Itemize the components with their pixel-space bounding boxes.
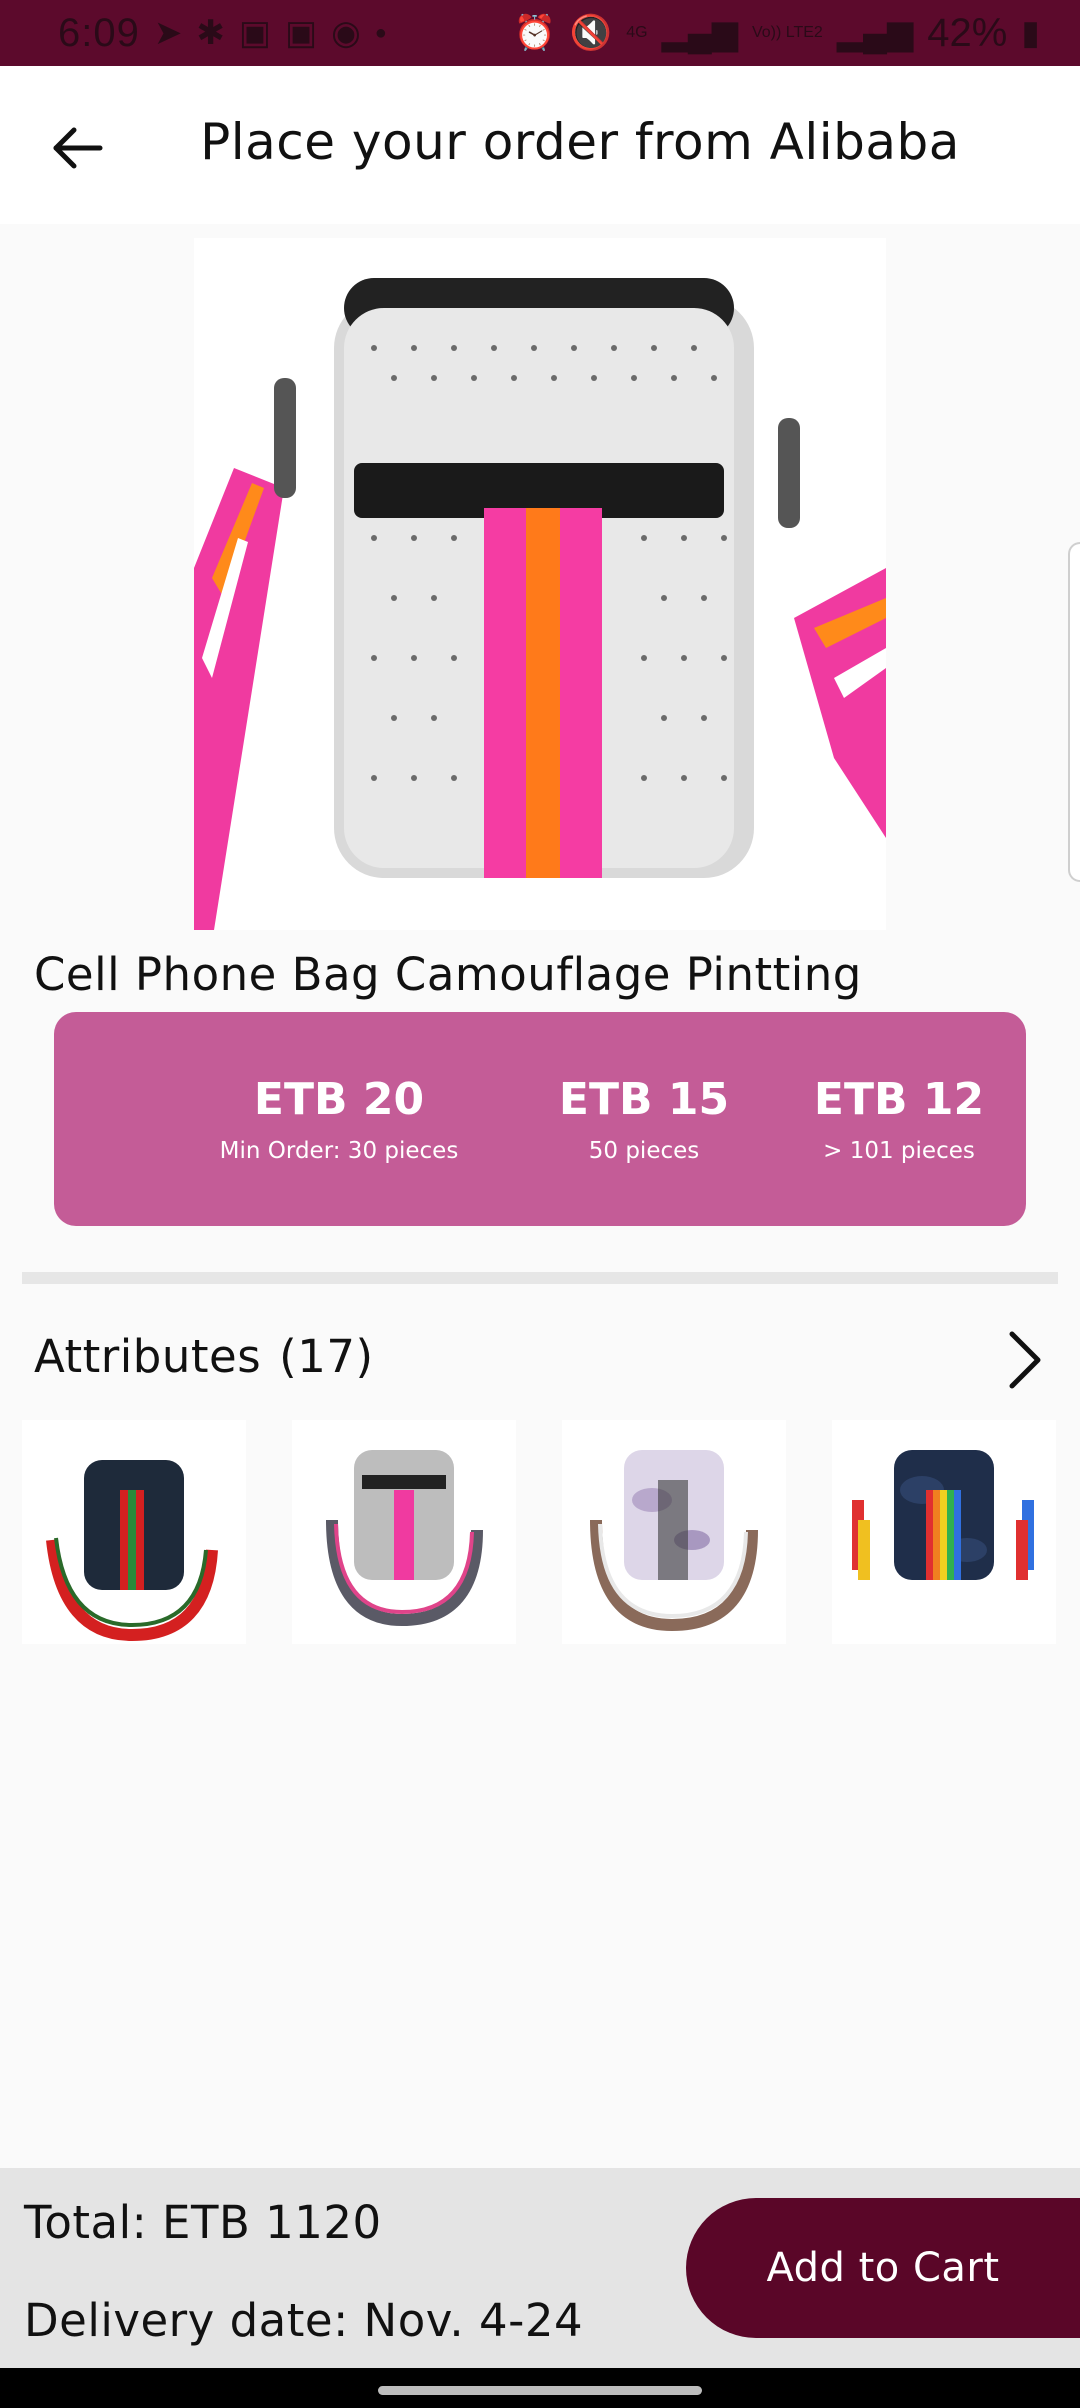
mute-icon: 🔇 <box>569 14 613 52</box>
product-image[interactable] <box>194 238 886 930</box>
app-bar: Place your order from Alibaba <box>0 66 1080 224</box>
home-gesture-handle[interactable] <box>378 2386 702 2395</box>
attributes-title: Attributes (17) <box>34 1330 374 1383</box>
signal-icon: ▂▄▆ <box>661 14 738 52</box>
system-nav-bar <box>0 2368 1080 2408</box>
contact-icon: ▣ <box>238 14 271 52</box>
volte-label: Vo)) LTE2 <box>751 24 823 41</box>
order-total: Total: ETB 1120 <box>24 2196 382 2249</box>
product-name: Cell Phone Bag Camouflage Pintting <box>34 948 862 1001</box>
attributes-count: (17) <box>279 1330 374 1383</box>
battery-percent: 42% <box>927 10 1008 55</box>
tier-quantity: Min Order: 30 pieces <box>219 1138 459 1164</box>
side-drawer-handle[interactable] <box>1068 542 1080 882</box>
attribute-thumbnail[interactable] <box>292 1420 516 1644</box>
marble-stripe-bag <box>590 1450 758 1632</box>
tier-price: ETB 12 <box>813 1074 985 1125</box>
tier-quantity: > 101 pieces <box>823 1138 975 1164</box>
attribute-thumbnail[interactable] <box>562 1420 786 1644</box>
network-type: 4G <box>626 24 648 41</box>
crossbody-phone-bag-image <box>194 238 886 930</box>
attributes-label: Attributes <box>34 1330 262 1383</box>
page-title: Place your order from Alibaba <box>200 113 960 171</box>
slack-icon: ✱ <box>196 14 225 52</box>
attribute-thumbnail[interactable] <box>832 1420 1056 1644</box>
app-notification-icon: ◉ <box>331 14 361 52</box>
battery-icon: ▮ <box>1021 14 1040 52</box>
checkout-bar: Total: ETB 1120 Delivery date: Nov. 4-24… <box>0 2168 1080 2368</box>
navy-red-stripe-bag <box>46 1460 218 1642</box>
section-divider <box>22 1272 1058 1284</box>
status-right: ⏰ 🔇 4G ▂▄▆ Vo)) LTE2 ▂▄▆ 42% ▮ <box>514 11 1040 56</box>
price-tiers-panel: ETB 20 Min Order: 30 pieces ETB 15 50 pi… <box>54 1012 1026 1226</box>
attribute-thumbnail[interactable] <box>22 1420 246 1644</box>
attribute-thumbnails <box>22 1420 1080 1644</box>
price-tier: ETB 12 > 101 pieces <box>744 1072 1054 1168</box>
tier-price: ETB 20 <box>253 1074 425 1125</box>
telegram-icon: ➤ <box>153 14 183 52</box>
contact-icon-2: ▣ <box>284 14 318 52</box>
price-tier: ETB 20 Min Order: 30 pieces <box>144 1072 534 1168</box>
status-left: 6:09 ➤ ✱ ▣ ▣ ◉ ● <box>58 11 387 56</box>
status-time: 6:09 <box>58 10 140 55</box>
camo-rainbow-bag <box>852 1450 1034 1580</box>
attributes-header[interactable]: Attributes (17) <box>34 1330 1044 1390</box>
status-bar: 6:09 ➤ ✱ ▣ ▣ ◉ ● ⏰ 🔇 4G ▂▄▆ Vo)) LTE2 ▂▄… <box>0 0 1080 66</box>
alarm-icon: ⏰ <box>513 14 556 52</box>
delivery-date: Delivery date: Nov. 4-24 <box>24 2294 584 2347</box>
more-notifications-icon: ● <box>374 21 387 44</box>
chevron-right-icon[interactable] <box>994 1326 1054 1394</box>
signal-icon-2: ▂▄▆ <box>836 14 914 52</box>
screen: 6:09 ➤ ✱ ▣ ▣ ◉ ● ⏰ 🔇 4G ▂▄▆ Vo)) LTE2 ▂▄… <box>0 0 1080 2408</box>
grey-pink-stripe-bag <box>326 1450 483 1627</box>
add-to-cart-button[interactable]: Add to Cart <box>686 2198 1080 2338</box>
